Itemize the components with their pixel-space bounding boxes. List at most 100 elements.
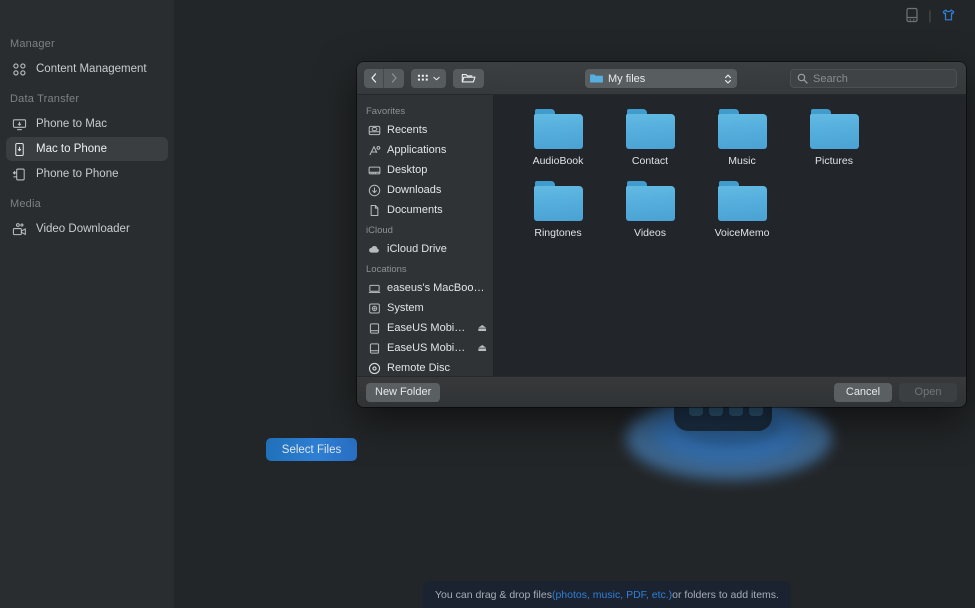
dialog-sidebar-item-label: System	[387, 302, 487, 314]
file-name: AudioBook	[533, 155, 584, 167]
applications-icon	[367, 143, 381, 157]
dialog-sidebar-item-system[interactable]: System	[357, 298, 493, 318]
view-mode-button[interactable]	[411, 69, 446, 88]
folder-icon	[810, 109, 859, 149]
sidebar-group-label: Manager	[0, 38, 174, 57]
hint-suffix: or folders to add items.	[672, 589, 779, 601]
sidebar-item-phone-to-phone[interactable]: Phone to Phone	[6, 162, 168, 186]
drag-drop-hint: You can drag & drop files (photos, music…	[423, 581, 791, 608]
icloud-icon	[367, 242, 381, 256]
laptop-icon	[367, 281, 381, 295]
dialog-sidebar-item-label: iCloud Drive	[387, 243, 487, 255]
glow-ring-mid	[653, 402, 805, 462]
window-topbar: |	[675, 0, 975, 30]
search-field[interactable]: Search	[790, 69, 957, 88]
select-files-button[interactable]: Select Files	[266, 438, 357, 461]
main-content: | Select Files You can d	[174, 0, 975, 608]
glow-ring-inner	[679, 407, 779, 445]
dialog-sidebar-item-label: Downloads	[387, 184, 487, 196]
device-icon[interactable]	[899, 4, 925, 26]
eject-icon[interactable]: ⏏	[478, 323, 487, 334]
tshirt-skin-icon[interactable]	[935, 4, 961, 26]
dialog-sidebar-item-macbook[interactable]: easeus's MacBook...	[357, 278, 493, 298]
file-item[interactable]: Videos	[604, 181, 696, 239]
file-grid[interactable]: AudioBook Contact Music Pictures	[494, 95, 966, 376]
dialog-section-label: iCloud	[357, 220, 493, 239]
dialog-sidebar-item-label: Documents	[387, 204, 487, 216]
folder-action-button[interactable]	[453, 69, 484, 88]
dialog-sidebar-item-applications[interactable]: Applications	[357, 140, 493, 160]
phone-to-mac-icon	[11, 116, 28, 133]
sidebar-group-label: Data Transfer	[0, 93, 174, 112]
open-button[interactable]: Open	[899, 383, 957, 402]
dialog-sidebar-item-documents[interactable]: Documents	[357, 200, 493, 220]
sidebar-item-label: Phone to Phone	[36, 168, 119, 180]
dialog-sidebar-item-label: EaseUS MobiM...	[387, 322, 472, 334]
file-name: Music	[728, 155, 755, 167]
dialog-sidebar-item-label: Remote Disc	[387, 362, 487, 374]
disc-icon	[367, 361, 381, 375]
file-item[interactable]: Contact	[604, 109, 696, 167]
file-name: VoiceMemo	[715, 227, 770, 239]
dialog-sidebar-item-recents[interactable]: Recents	[357, 120, 493, 140]
dialog-sidebar-item-label: Recents	[387, 124, 487, 136]
dialog-sidebar-item-icloud-drive[interactable]: iCloud Drive	[357, 239, 493, 259]
dialog-section-label: Locations	[357, 259, 493, 278]
new-folder-button[interactable]: New Folder	[366, 383, 440, 402]
forward-button[interactable]	[384, 69, 404, 88]
file-item[interactable]: Pictures	[788, 109, 880, 167]
recents-icon	[367, 123, 381, 137]
cancel-button[interactable]: Cancel	[834, 383, 892, 402]
sidebar-item-mac-to-phone[interactable]: Mac to Phone	[6, 137, 168, 161]
glow-ring-outer	[626, 396, 832, 480]
sidebar-group-label: Media	[0, 198, 174, 217]
folder-icon	[626, 109, 675, 149]
folder-icon	[534, 181, 583, 221]
path-popup-button[interactable]: My files	[585, 69, 737, 88]
dialog-sidebar-item-desktop[interactable]: Desktop	[357, 160, 493, 180]
chevron-left-icon	[370, 73, 378, 83]
app-window: Manager Content Management Data Transfer	[0, 0, 975, 608]
eject-icon[interactable]: ⏏	[478, 343, 487, 354]
dialog-sidebar-item-downloads[interactable]: Downloads	[357, 180, 493, 200]
search-icon	[797, 73, 808, 84]
sidebar-item-label: Content Management	[36, 63, 147, 75]
grid-icon	[11, 61, 28, 78]
sidebar-item-content-management[interactable]: Content Management	[6, 57, 168, 81]
file-item[interactable]: Music	[696, 109, 788, 167]
sidebar-item-video-downloader[interactable]: Video Downloader	[6, 217, 168, 241]
sidebar-item-label: Video Downloader	[36, 223, 130, 235]
folder-icon	[718, 109, 767, 149]
dialog-sidebar-item-easeus-mobimover-1[interactable]: EaseUS MobiM... ⏏	[357, 318, 493, 338]
external-drive-icon	[367, 341, 381, 355]
footer-actions: Cancel Open	[834, 383, 957, 402]
mac-to-phone-icon	[11, 141, 28, 158]
sidebar-item-label: Mac to Phone	[36, 143, 107, 155]
file-item[interactable]: AudioBook	[512, 109, 604, 167]
phone-to-phone-icon	[11, 166, 28, 183]
desktop-icon	[367, 163, 381, 177]
file-name: Contact	[632, 155, 668, 167]
hint-link[interactable]: (photos, music, PDF, etc.)	[552, 589, 672, 601]
back-button[interactable]	[364, 69, 384, 88]
dialog-sidebar-item-label: easeus's MacBook...	[387, 282, 487, 294]
file-item[interactable]: VoiceMemo	[696, 181, 788, 239]
dialog-section-label: Favorites	[357, 101, 493, 120]
file-name: Videos	[634, 227, 666, 239]
topbar-separator: |	[925, 8, 935, 23]
search-placeholder: Search	[813, 73, 848, 85]
dialog-toolbar: My files Search	[357, 62, 966, 95]
file-open-dialog: My files Search Favorites Recents	[357, 62, 966, 407]
dialog-sidebar-item-easeus-mobimover-2[interactable]: EaseUS MobiM... ⏏	[357, 338, 493, 358]
folder-icon	[534, 109, 583, 149]
dialog-sidebar-item-remote-disc[interactable]: Remote Disc	[357, 358, 493, 376]
file-item[interactable]: Ringtones	[512, 181, 604, 239]
sidebar-group-data-transfer: Data Transfer Phone to Mac	[0, 93, 174, 186]
external-drive-icon	[367, 321, 381, 335]
sidebar-item-phone-to-mac[interactable]: Phone to Mac	[6, 112, 168, 136]
sidebar-group-manager: Manager Content Management	[0, 38, 174, 81]
downloads-icon	[367, 183, 381, 197]
sidebar-item-label: Phone to Mac	[36, 118, 107, 130]
icon-view-grid-icon	[417, 73, 430, 83]
dialog-body: Favorites Recents Applications Desktop	[357, 95, 966, 376]
